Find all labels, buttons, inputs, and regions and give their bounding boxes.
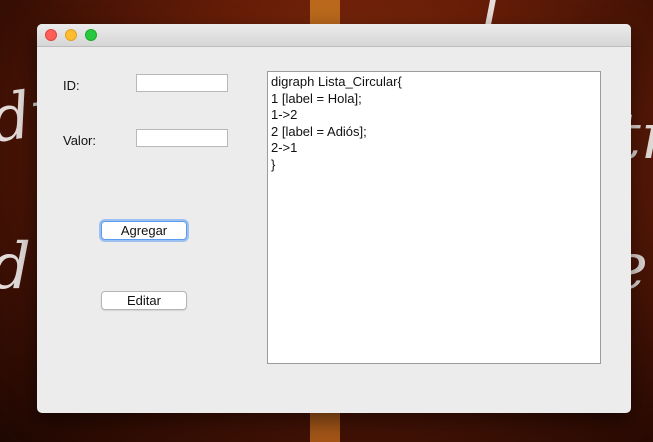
desktop-wallpaper-lettering: d bbox=[0, 230, 31, 304]
textarea-line: 2 [label = Adiós]; bbox=[271, 123, 367, 139]
edit-button[interactable]: Editar bbox=[101, 291, 187, 310]
textarea-line: 1->2 bbox=[271, 107, 298, 122]
minimize-window-button[interactable] bbox=[65, 29, 77, 41]
textarea-line: 2->1 bbox=[271, 140, 298, 155]
valor-input[interactable] bbox=[136, 129, 228, 147]
textarea-line: 1 [label = Hola]; bbox=[271, 90, 362, 106]
id-label: ID: bbox=[63, 78, 80, 93]
zoom-window-button[interactable] bbox=[85, 29, 97, 41]
textarea-line: digraph Lista_Circular{ bbox=[271, 74, 402, 89]
add-button[interactable]: Agregar bbox=[101, 221, 187, 240]
textarea-line: } bbox=[271, 156, 276, 172]
title-bar[interactable] bbox=[37, 24, 631, 47]
graph-output-textarea[interactable]: digraph Lista_Circular{ 1 [label = Hola]… bbox=[267, 71, 601, 364]
app-window: ID: Valor: Agregar Editar digraph Lista_… bbox=[37, 24, 631, 413]
id-input[interactable] bbox=[136, 74, 228, 92]
close-window-button[interactable] bbox=[45, 29, 57, 41]
valor-label: Valor: bbox=[63, 133, 96, 148]
